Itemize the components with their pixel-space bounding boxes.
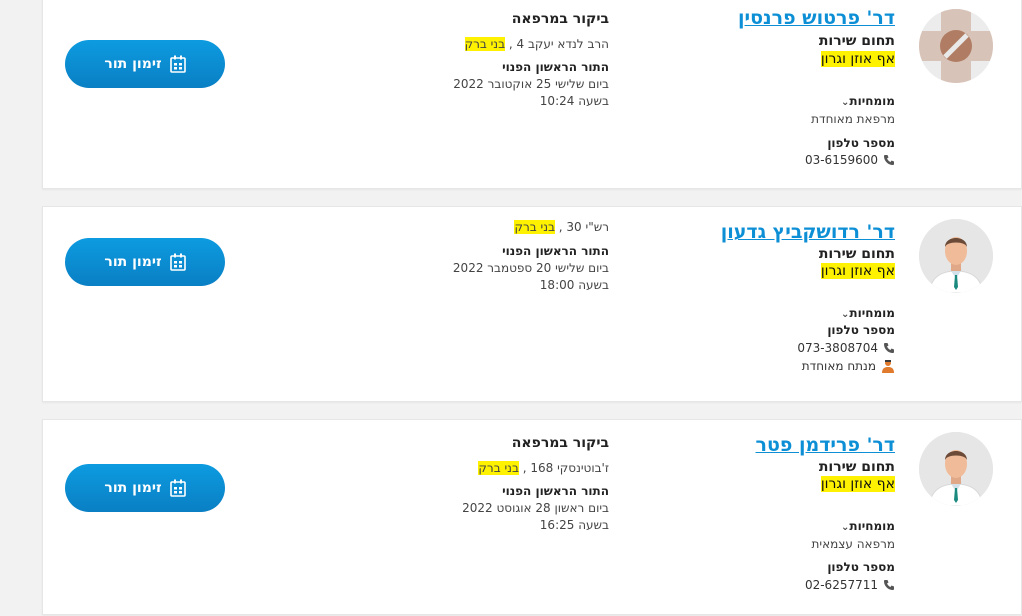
phone-label: מספר טלפון: [827, 136, 895, 150]
phone-label: מספר טלפון: [827, 323, 895, 337]
phone-number: 073-3808704: [797, 341, 878, 355]
expertise-toggle[interactable]: מומחיות⌄: [837, 306, 895, 320]
visit-label: ביקור במרפאה: [511, 11, 609, 27]
first-available-time: בשעה 10:24: [539, 94, 609, 108]
doctor-avatar: [919, 432, 993, 506]
specialty-value: אף אוזן וגרון: [820, 476, 895, 492]
clinic-address: ז'בוטינסקי 168 , בני ברק: [478, 461, 609, 475]
address-street: רש"י 30 ,: [558, 220, 609, 234]
first-available-label: התור הראשון הפנוי: [502, 60, 609, 74]
expertise-label: מומחיות: [849, 94, 895, 108]
expertise-toggle[interactable]: מומחיות⌄: [837, 94, 895, 108]
address-city: בני ברק: [464, 37, 506, 51]
doctor-name-link[interactable]: דר' פרידמן פטר: [756, 434, 895, 456]
first-available-label: התור הראשון הפנוי: [502, 244, 609, 258]
calendar-icon: [169, 55, 186, 73]
doctor-card: דר' פרידמן פטר תחום שירות אף אוזן וגרון …: [42, 419, 1022, 615]
doctor-name-link[interactable]: דר' פרטוש פרנסין: [738, 7, 895, 29]
first-available-date: ביום שלישי 25 אוקטובר 2022: [453, 77, 609, 91]
first-available-time: בשעה 16:25: [539, 518, 609, 532]
address-city: בני ברק: [514, 220, 555, 234]
phone-row[interactable]: 03-6159600: [805, 153, 895, 167]
address-street: הרב לנדא יעקב 4 ,: [508, 37, 609, 51]
service-label: תחום שירות: [818, 33, 895, 49]
surgeon-icon: [882, 360, 894, 373]
doctor-avatar: [919, 219, 993, 293]
expertise-value: מרפאת מאוחדת: [811, 112, 895, 126]
visit-label: ביקור במרפאה: [511, 435, 609, 451]
phone-number: 03-6159600: [804, 153, 878, 167]
clinic-address: רש"י 30 , בני ברק: [514, 220, 609, 234]
first-available-label: התור הראשון הפנוי: [502, 484, 609, 498]
phone-row[interactable]: 073-3808704: [797, 341, 895, 355]
address-city: בני ברק: [478, 461, 519, 475]
phone-number: 02-6257711: [804, 578, 878, 592]
book-button-label: זימון תור: [104, 254, 162, 270]
phone-icon: [884, 343, 894, 353]
doctor-avatar-placeholder: [919, 9, 993, 83]
book-appointment-button[interactable]: זימון תור: [65, 238, 225, 286]
book-button-label: זימון תור: [104, 480, 162, 496]
phone-icon: [884, 155, 894, 165]
specialty-value: אף אוזן וגרון: [820, 51, 895, 67]
first-available-time: בשעה 18:00: [539, 278, 609, 292]
expertise-label: מומחיות: [849, 306, 895, 320]
service-label: תחום שירות: [818, 246, 895, 262]
book-button-label: זימון תור: [104, 56, 162, 72]
expertise-value: מרפאה עצמאית: [811, 537, 895, 551]
doctor-card: דר' רדושקביץ גדעון תחום שירות אף אוזן וג…: [42, 206, 1022, 402]
doctor-card: דר' פרטוש פרנסין תחום שירות אף אוזן וגרו…: [42, 0, 1022, 189]
address-street: ז'בוטינסקי 168 ,: [522, 461, 609, 475]
expertise-toggle[interactable]: מומחיות⌄: [837, 519, 895, 533]
book-appointment-button[interactable]: זימון תור: [65, 464, 225, 512]
book-appointment-button[interactable]: זימון תור: [65, 40, 225, 88]
specialty-value: אף אוזן וגרון: [820, 263, 895, 279]
calendar-icon: [169, 253, 186, 271]
first-available-date: ביום שלישי 20 ספטמבר 2022: [452, 261, 609, 275]
phone-row[interactable]: 02-6257711: [805, 578, 895, 592]
surgeon-label: מנתח מאוחדת: [801, 359, 876, 373]
calendar-icon: [169, 479, 186, 497]
phone-icon: [884, 580, 894, 590]
clinic-address: הרב לנדא יעקב 4 , בני ברק: [464, 37, 609, 51]
surgeon-tag: מנתח מאוחדת: [802, 359, 895, 373]
service-label: תחום שירות: [818, 459, 895, 475]
phone-label: מספר טלפון: [827, 560, 895, 574]
expertise-label: מומחיות: [849, 519, 895, 533]
first-available-date: ביום ראשון 28 אוגוסט 2022: [462, 501, 609, 515]
doctor-name-link[interactable]: דר' רדושקביץ גדעון: [721, 221, 895, 243]
